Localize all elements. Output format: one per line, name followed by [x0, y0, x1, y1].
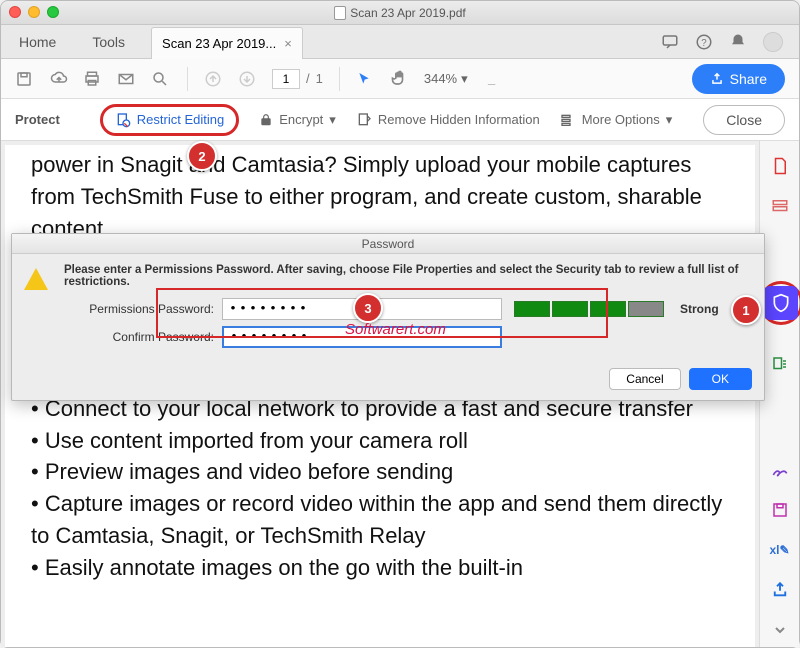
protect-close-button[interactable]: Close — [703, 105, 785, 135]
page-sep: / — [306, 71, 310, 86]
window-minimize-icon[interactable] — [28, 6, 40, 18]
separator — [339, 67, 340, 91]
share-button[interactable]: Share — [692, 64, 785, 94]
share-icon — [710, 72, 724, 86]
page-indicator[interactable]: / 1 — [272, 69, 323, 89]
close-tab-icon[interactable]: × — [284, 36, 292, 51]
organize-icon[interactable]: xl✎ — [769, 539, 791, 561]
password-strength-meter — [514, 301, 664, 317]
permissions-password-label: Permissions Password: — [64, 302, 214, 316]
hidden-info-icon — [356, 111, 372, 129]
comments-icon[interactable] — [661, 33, 679, 51]
save-icon[interactable] — [769, 499, 791, 521]
callout-3: 3 — [353, 293, 383, 323]
pdf-file-icon — [334, 6, 346, 20]
callout-1: 1 — [731, 295, 761, 325]
file-pdf-icon[interactable] — [769, 155, 791, 177]
save-disk-icon[interactable] — [15, 70, 35, 88]
mail-icon[interactable] — [117, 70, 137, 88]
protect-rail-slot — [759, 281, 800, 325]
export-icon[interactable] — [769, 353, 791, 375]
tab-tools[interactable]: Tools — [74, 25, 143, 58]
hand-pan-icon[interactable] — [390, 69, 410, 89]
remove-hidden-label: Remove Hidden Information — [378, 112, 540, 127]
ok-button[interactable]: OK — [689, 368, 752, 390]
magnifier-icon[interactable] — [151, 70, 171, 88]
avatar[interactable] — [763, 32, 783, 52]
window-close-icon[interactable] — [9, 6, 21, 18]
dialog-message: Please enter a Permissions Password. Aft… — [64, 264, 748, 288]
encrypt-button[interactable]: Encrypt ▾ — [259, 112, 336, 128]
zoom-select[interactable]: 344% ▾ — [424, 71, 468, 87]
doc-bullet: • Capture images or record video within … — [31, 488, 729, 552]
watermark: Softwarert.com — [345, 321, 446, 338]
window-title-text: Scan 23 Apr 2019.pdf — [350, 6, 465, 20]
more-options-label: More Options — [582, 112, 660, 127]
password-dialog: Password Please enter a Permissions Pass… — [11, 233, 765, 401]
help-icon[interactable]: ? — [695, 33, 713, 51]
remove-hidden-button[interactable]: Remove Hidden Information — [356, 111, 540, 129]
cloud-upload-icon[interactable] — [49, 70, 69, 88]
restrict-editing-button[interactable]: Restrict Editing — [115, 111, 224, 129]
share-up-icon[interactable] — [769, 579, 791, 601]
doc-bullet: • Use content imported from your camera … — [31, 425, 729, 457]
cancel-button[interactable]: Cancel — [609, 368, 680, 390]
permissions-password-row: Permissions Password: Strong — [64, 298, 748, 320]
svg-text:?: ? — [701, 37, 707, 48]
chevron-down-icon[interactable] — [769, 619, 791, 641]
restrict-page-icon — [115, 111, 131, 129]
tab-file-open[interactable]: Scan 23 Apr 2019... × — [151, 27, 303, 59]
window-traffic-lights[interactable] — [9, 6, 59, 18]
print-icon[interactable] — [83, 70, 103, 88]
more-options-button[interactable]: More Options ▾ — [560, 112, 673, 128]
doc-paragraph: power in Snagit and Camtasia? Simply upl… — [31, 149, 729, 245]
zoom-value: 344% — [424, 71, 457, 86]
callout-ring-1 — [759, 281, 800, 325]
password-strength-label: Strong — [680, 302, 719, 316]
confirm-password-label: Confirm Password: — [64, 330, 214, 344]
zoom-underline-icon[interactable]: _ — [482, 71, 502, 86]
window-maximize-icon[interactable] — [47, 6, 59, 18]
protect-panel-label: Protect — [15, 112, 60, 127]
doc-bullet: • Preview images and video before sendin… — [31, 456, 729, 488]
prev-page-icon[interactable] — [204, 70, 224, 88]
callout-2: 2 — [187, 141, 217, 171]
dialog-buttons: Cancel OK — [12, 364, 764, 400]
next-page-icon[interactable] — [238, 70, 258, 88]
chevron-down-icon: ▾ — [329, 112, 336, 128]
chevron-down-icon: ▾ — [461, 71, 468, 87]
page-total: 1 — [316, 71, 323, 86]
mac-title-bar: Scan 23 Apr 2019.pdf — [1, 1, 799, 25]
main-tab-row: Home Tools Scan 23 Apr 2019... × ? — [1, 25, 799, 59]
sign-icon[interactable] — [769, 459, 791, 481]
file-tab-label: Scan 23 Apr 2019... — [162, 36, 276, 51]
chevron-down-icon: ▾ — [666, 112, 673, 128]
window-title: Scan 23 Apr 2019.pdf — [334, 6, 465, 20]
restrict-editing-label: Restrict Editing — [137, 112, 224, 127]
share-label: Share — [730, 71, 767, 87]
doc-bullet: • Easily annotate images on the go with … — [31, 552, 729, 584]
main-toolbar: / 1 344% ▾ _ Share — [1, 59, 799, 99]
tab-home[interactable]: Home — [1, 25, 74, 58]
options-icon — [560, 112, 576, 128]
dialog-title: Password — [12, 234, 764, 254]
lock-icon — [259, 112, 273, 128]
page-current-input[interactable] — [272, 69, 300, 89]
encrypt-label: Encrypt — [279, 112, 323, 127]
notifications-bell-icon[interactable] — [729, 33, 747, 51]
right-tool-rail: xl✎ — [759, 141, 799, 647]
separator — [187, 67, 188, 91]
warning-icon — [24, 266, 48, 290]
protect-toolbar: Protect Restrict Editing Encrypt ▾ Remov… — [1, 99, 799, 141]
combine-icon[interactable] — [769, 195, 791, 217]
pointer-icon[interactable] — [356, 70, 376, 88]
callout-ring-2: Restrict Editing — [100, 104, 239, 136]
protect-shield-icon[interactable] — [764, 286, 798, 320]
